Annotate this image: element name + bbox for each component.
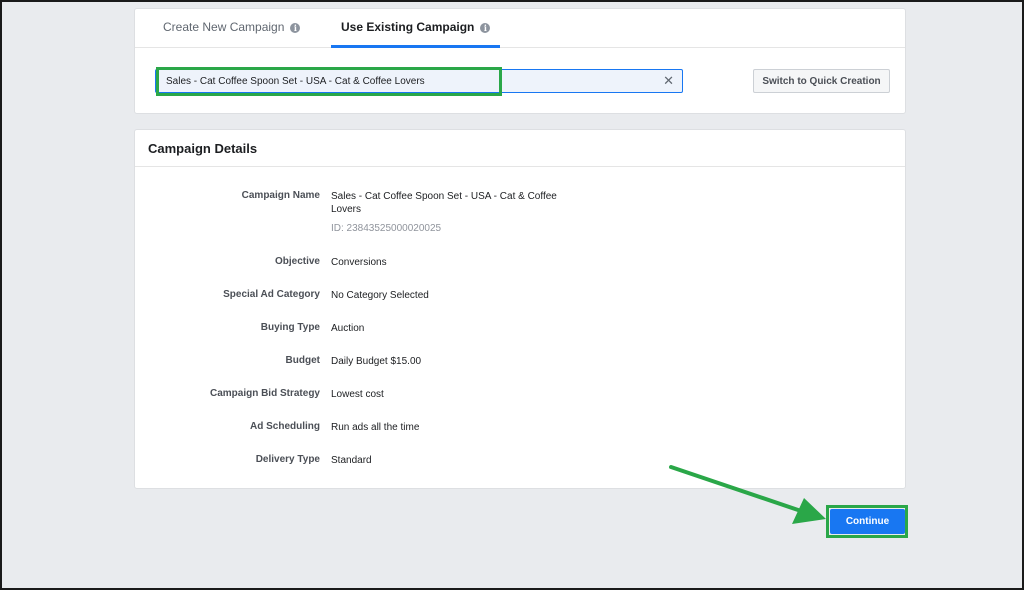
- close-icon[interactable]: ✕: [663, 74, 674, 88]
- search-highlight-box: [156, 67, 502, 96]
- bid-strategy-value: Lowest cost: [331, 389, 384, 400]
- info-icon[interactable]: i: [290, 22, 301, 33]
- details-title: Campaign Details: [148, 141, 258, 156]
- campaign-name-label: Campaign Name: [241, 190, 320, 201]
- budget-label: Budget: [285, 355, 320, 366]
- bid-strategy-label: Campaign Bid Strategy: [209, 388, 320, 399]
- special-ad-category-label: Special Ad Category: [223, 289, 320, 300]
- info-icon[interactable]: i: [480, 22, 491, 33]
- campaign-id: ID: 23843525000020025: [331, 223, 442, 234]
- campaign-name-value-block: Sales - Cat Coffee Spoon Set - USA - Cat…: [331, 190, 571, 235]
- details-header: Campaign Details: [135, 130, 905, 167]
- budget-value: Daily Budget $15.00: [331, 356, 422, 367]
- tab-existing-label: Use Existing Campaign: [341, 20, 475, 34]
- campaign-details-card: Campaign Details Campaign Name Sales - C…: [134, 129, 906, 489]
- switch-to-quick-creation-button[interactable]: Switch to Quick Creation: [753, 69, 890, 93]
- tab-create-label: Create New Campaign: [163, 20, 285, 34]
- ad-scheduling-label: Ad Scheduling: [250, 421, 320, 432]
- buying-type-value: Auction: [331, 323, 365, 334]
- tab-use-existing-campaign[interactable]: Use Existing Campaign i: [331, 9, 501, 48]
- buying-type-label: Buying Type: [260, 322, 320, 333]
- campaign-tabs: Create New Campaign i Use Existing Campai…: [135, 9, 905, 48]
- continue-highlight-box: [826, 505, 908, 538]
- objective-value: Conversions: [331, 257, 387, 268]
- special-ad-category-value: No Category Selected: [331, 290, 429, 301]
- campaign-name-value: Sales - Cat Coffee Spoon Set - USA - Cat…: [331, 191, 557, 215]
- campaign-selector-card: Create New Campaign i Use Existing Campai…: [134, 8, 906, 114]
- ad-scheduling-value: Run ads all the time: [331, 422, 420, 433]
- delivery-type-label: Delivery Type: [255, 454, 320, 465]
- delivery-type-value: Standard: [331, 455, 372, 466]
- objective-label: Objective: [274, 256, 320, 267]
- arrow-icon: [669, 465, 826, 524]
- tab-create-new-campaign[interactable]: Create New Campaign i: [163, 9, 301, 48]
